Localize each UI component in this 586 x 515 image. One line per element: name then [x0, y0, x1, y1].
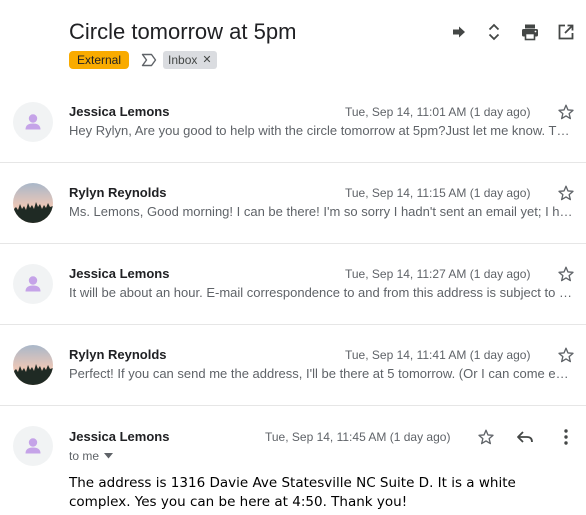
- collapsed-message[interactable]: Jessica Lemons Tue, Sep 14, 11:27 AM (1 …: [0, 244, 586, 325]
- profile-photo-avatar: [13, 183, 53, 223]
- move-to-icon[interactable]: [449, 22, 469, 42]
- message-sender: Jessica Lemons: [69, 429, 170, 444]
- star-icon[interactable]: [557, 103, 575, 121]
- message-date: Tue, Sep 14, 11:15 AM (1 day ago): [345, 186, 531, 200]
- message-sender: Rylyn Reynolds: [69, 347, 167, 362]
- recipient-details-toggle[interactable]: to me: [69, 449, 114, 463]
- message-date: Tue, Sep 14, 11:01 AM (1 day ago): [345, 105, 531, 119]
- collapsed-message[interactable]: Jessica Lemons Tue, Sep 14, 11:01 AM (1 …: [0, 82, 586, 163]
- message-date: Tue, Sep 14, 11:41 AM (1 day ago): [345, 348, 531, 362]
- more-options-icon[interactable]: [560, 427, 572, 447]
- message-sender: Rylyn Reynolds: [69, 185, 167, 200]
- thread-header: Circle tomorrow at 5pm External Inbox ✕: [0, 0, 586, 82]
- message-body: The address is 1316 Davie Ave Statesvill…: [69, 475, 516, 510]
- recipient-text: to me: [69, 449, 100, 463]
- external-label-chip[interactable]: External: [69, 51, 130, 69]
- default-person-icon: [13, 264, 53, 304]
- inbox-label-chip[interactable]: Inbox ✕: [163, 51, 217, 69]
- reply-icon[interactable]: [515, 427, 535, 447]
- message-snippet: Ms. Lemons, Good morning! I can be there…: [69, 204, 575, 219]
- star-icon[interactable]: [557, 184, 575, 202]
- important-marker-icon[interactable]: [141, 53, 157, 67]
- inbox-label-text: Inbox: [168, 53, 198, 67]
- collapsed-message[interactable]: Rylyn Reynolds Tue, Sep 14, 11:15 AM (1 …: [0, 163, 586, 244]
- message-snippet: Perfect! If you can send me the address,…: [69, 366, 575, 381]
- message-date: Tue, Sep 14, 11:45 AM (1 day ago): [265, 430, 451, 444]
- open-in-new-window-icon[interactable]: [556, 22, 576, 42]
- thread-subject: Circle tomorrow at 5pm: [69, 19, 297, 44]
- default-person-icon: [13, 426, 53, 466]
- message-snippet: It will be about an hour. E-mail corresp…: [69, 285, 575, 300]
- star-icon[interactable]: [557, 346, 575, 364]
- thread-labels: External Inbox ✕: [69, 51, 217, 69]
- chevron-down-icon: [104, 453, 114, 459]
- star-icon[interactable]: [557, 265, 575, 283]
- profile-photo-avatar: [13, 345, 53, 385]
- expand-collapse-icon[interactable]: [484, 22, 504, 42]
- print-icon[interactable]: [520, 22, 540, 42]
- collapsed-message[interactable]: Rylyn Reynolds Tue, Sep 14, 11:41 AM (1 …: [0, 325, 586, 406]
- default-person-icon: [13, 102, 53, 142]
- star-icon[interactable]: [477, 428, 495, 446]
- message-sender: Jessica Lemons: [69, 266, 170, 281]
- message-sender: Jessica Lemons: [69, 104, 170, 119]
- remove-label-icon[interactable]: ✕: [202, 51, 211, 69]
- message-date: Tue, Sep 14, 11:27 AM (1 day ago): [345, 267, 531, 281]
- message-snippet: Hey Rylyn, Are you good to help with the…: [69, 123, 575, 138]
